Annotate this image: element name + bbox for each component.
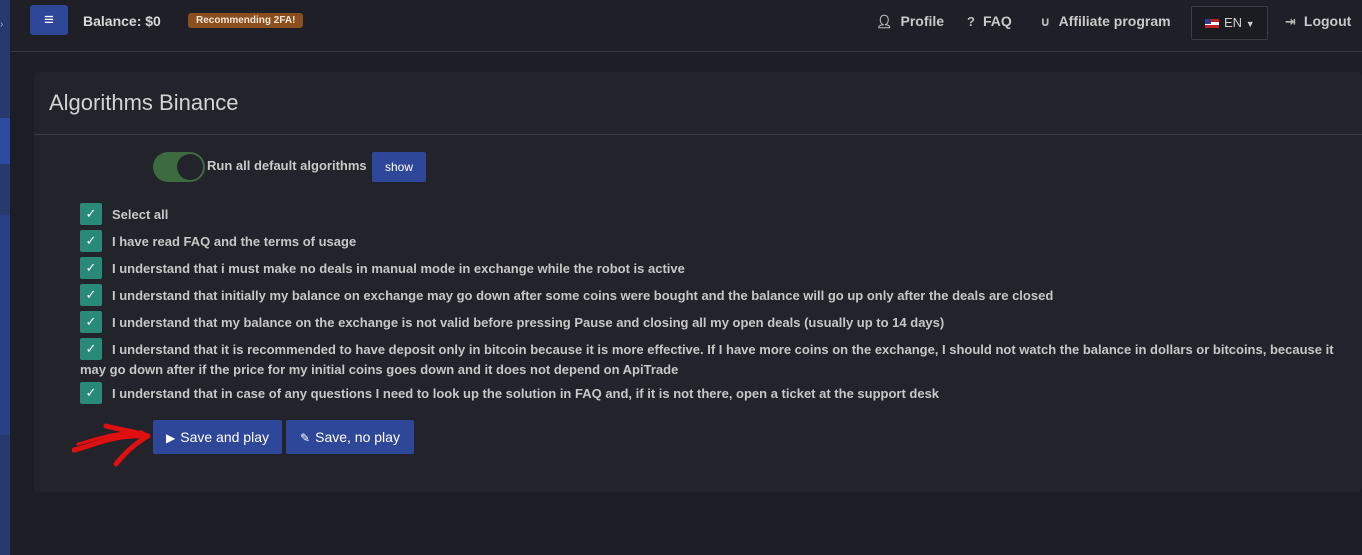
nav-faq[interactable]: ? FAQ: [967, 13, 1012, 29]
hamburger-icon: ≡: [44, 10, 54, 29]
top-navbar: ≡ Balance: $0 Recommending 2FA! 👤︎ Profil…: [10, 0, 1362, 52]
us-flag-icon: [1205, 19, 1219, 28]
checkbox-label: I understand that it is recommended to h…: [80, 342, 1334, 377]
nav-profile[interactable]: 👤︎ Profile: [876, 13, 944, 30]
page-title: Algorithms Binance: [49, 90, 239, 115]
checkmark-icon[interactable]: ✓: [80, 284, 102, 306]
checkmark-icon[interactable]: ✓: [80, 311, 102, 333]
checkbox-label: I have read FAQ and the terms of usage: [112, 234, 357, 249]
nav-affiliate-label: Affiliate program: [1058, 13, 1171, 29]
balance-display: Balance: $0: [83, 13, 161, 29]
language-selector[interactable]: EN ▼: [1191, 6, 1268, 40]
recommend-2fa-badge[interactable]: Recommending 2FA!: [188, 13, 304, 28]
checkbox-label: I understand that i must make no deals i…: [112, 261, 685, 276]
language-code: EN ▼: [1224, 15, 1255, 30]
sidebar-active-item[interactable]: [0, 118, 10, 164]
user-icon: 👤︎: [876, 14, 893, 29]
nav-faq-label: FAQ: [982, 13, 1012, 29]
play-icon: ▶: [166, 431, 176, 445]
edit-icon: ✎: [300, 431, 311, 445]
red-arrow-annotation: [72, 423, 151, 467]
save-no-play-label: Save, no play: [315, 429, 400, 445]
caret-down-icon: ▼: [1245, 19, 1255, 29]
sidebar-scroll-area: [0, 215, 10, 435]
save-no-play-button[interactable]: ✎ Save, no play: [286, 420, 414, 454]
checkbox-label: Select all: [112, 207, 169, 222]
toggle-label: Run all default algorithms: [207, 158, 367, 173]
nav-affiliate[interactable]: ∪ Affiliate program: [1040, 13, 1171, 30]
checkmark-icon[interactable]: ✓: [80, 230, 102, 252]
save-and-play-label: Save and play: [180, 429, 269, 445]
title-divider: [34, 134, 1362, 135]
checkbox-label: I understand that initially my balance o…: [112, 288, 1054, 303]
checkbox-label: I understand that in case of any questio…: [112, 386, 940, 401]
nav-logout-label: Logout: [1303, 13, 1352, 29]
menu-toggle-button[interactable]: ≡: [30, 5, 68, 35]
checkmark-icon[interactable]: ✓: [80, 382, 102, 404]
magnet-icon: ∪: [1040, 14, 1051, 29]
run-default-algorithms-toggle[interactable]: [153, 152, 205, 182]
left-sidebar-strip: ›: [0, 0, 10, 555]
logout-icon: ⇥: [1285, 14, 1296, 29]
checkbox-label: I understand that my balance on the exch…: [112, 315, 945, 330]
nav-profile-label: Profile: [900, 13, 945, 29]
checkmark-icon[interactable]: ✓: [80, 203, 102, 225]
nav-logout[interactable]: ⇥ Logout: [1285, 13, 1351, 30]
save-and-play-button[interactable]: ▶ Save and play: [153, 420, 282, 454]
toggle-knob: [177, 154, 203, 180]
question-icon: ?: [967, 14, 975, 29]
sidebar-edge-glyph: ›: [0, 19, 4, 30]
algorithms-panel: Algorithms Binance Run all default algor…: [34, 72, 1362, 492]
checkmark-icon[interactable]: ✓: [80, 257, 102, 279]
show-button[interactable]: show: [372, 152, 426, 182]
